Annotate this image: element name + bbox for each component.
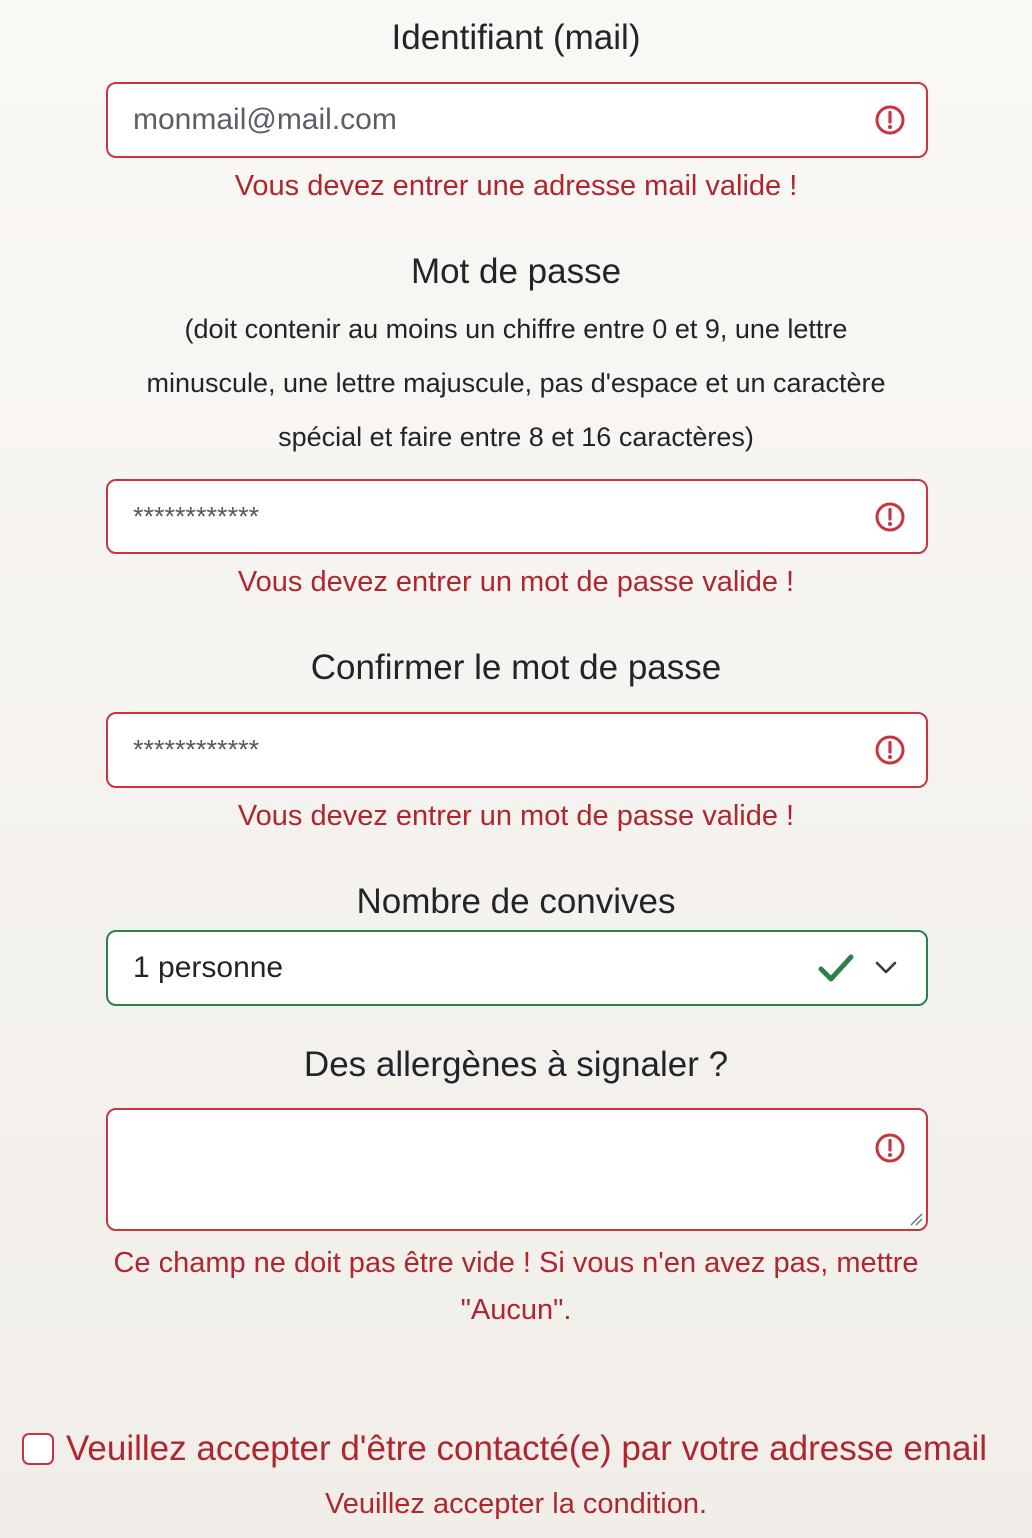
password-error: Vous devez entrer un mot de passe valide…: [237, 566, 795, 598]
consent-error: Veuillez accepter la condition.: [324, 1488, 708, 1520]
password-field[interactable]: ************: [106, 479, 928, 554]
email-value: monmail@mail.com: [133, 103, 397, 136]
exclamation-circle-icon: [875, 735, 905, 765]
guests-selected-value: 1 personne: [133, 951, 284, 984]
email-error: Vous devez entrer une adresse mail valid…: [234, 170, 798, 202]
confirm-password-value: ************: [133, 734, 260, 765]
exclamation-circle-icon: [875, 105, 905, 135]
guests-select[interactable]: 1 personne: [106, 930, 928, 1006]
guests-label: Nombre de convives: [356, 882, 676, 921]
consent-checkbox[interactable]: [22, 1433, 54, 1465]
allergens-textarea[interactable]: [106, 1108, 928, 1231]
allergens-error: Ce champ ne doit pas être vide ! Si vous…: [113, 1247, 919, 1326]
checkmark-icon: [818, 954, 854, 982]
email-label: Identifiant (mail): [391, 18, 641, 57]
email-field[interactable]: monmail@mail.com: [106, 82, 928, 158]
exclamation-circle-icon: [875, 502, 905, 531]
confirm-password-label: Confirmer le mot de passe: [310, 648, 722, 687]
chevron-down-icon[interactable]: [874, 960, 898, 976]
allergens-label: Des allergènes à signaler ?: [303, 1045, 729, 1084]
confirm-password-error: Vous devez entrer un mot de passe valide…: [237, 800, 795, 832]
password-value: ************: [133, 501, 260, 531]
password-hint: (doit contenir au moins un chiffre entre…: [146, 314, 886, 452]
consent-row[interactable]: Veuillez accepter d'être contacté(e) par…: [22, 1428, 987, 1470]
exclamation-circle-icon: [875, 1133, 905, 1163]
resize-handle-icon[interactable]: [909, 1212, 923, 1226]
consent-label[interactable]: Veuillez accepter d'être contacté(e) par…: [66, 1429, 987, 1469]
password-label: Mot de passe: [410, 252, 622, 291]
confirm-password-field[interactable]: ************: [106, 712, 928, 788]
